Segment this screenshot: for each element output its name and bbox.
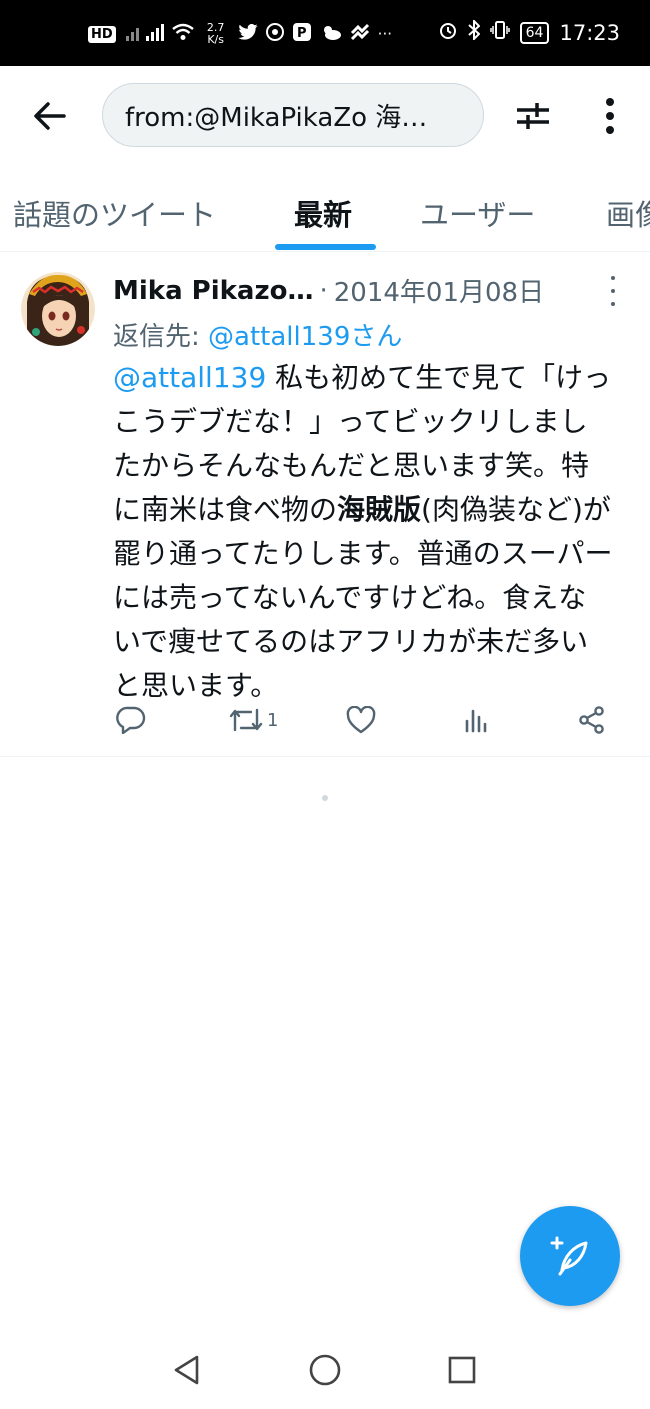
search-header: from:@MikaPikaZo 海…: [0, 66, 650, 170]
retweet-count: 1: [267, 709, 279, 731]
loading-indicator: [322, 795, 328, 801]
wifi-icon: [171, 23, 194, 45]
network-speed: 2.7 K/s: [206, 21, 225, 46]
search-highlight: 海賊版: [337, 493, 422, 526]
tab-latest[interactable]: 最新: [294, 192, 352, 234]
share-button[interactable]: [578, 700, 606, 740]
twitter-icon: [238, 23, 258, 44]
retweet-icon: [229, 708, 263, 732]
reply-icon: [116, 706, 146, 734]
signal-icon: [124, 22, 164, 46]
more-vertical-icon: [606, 98, 614, 134]
search-tabs: 話題のツイート 最新 ユーザー 画像: [0, 170, 650, 252]
header-separator: ·: [319, 275, 328, 306]
bluetooth-icon: [467, 18, 481, 45]
tweet-menu-button[interactable]: [600, 276, 626, 306]
heart-icon: [346, 706, 376, 734]
app-icon: [350, 23, 370, 45]
hd-indicator: HD: [88, 25, 116, 43]
chrome-icon: [265, 23, 284, 45]
system-navigation-bar: [0, 1320, 650, 1409]
tab-top[interactable]: 話題のツイート: [13, 192, 216, 234]
search-input[interactable]: from:@MikaPikaZo 海…: [102, 83, 484, 147]
more-options-button[interactable]: [590, 94, 630, 138]
tweet-date[interactable]: 2014年01月08日: [334, 272, 544, 309]
share-icon: [579, 706, 604, 734]
reply-to-link[interactable]: @attall139さん: [208, 322, 402, 352]
search-query: from:@MikaPikaZo 海…: [125, 102, 428, 133]
tab-people[interactable]: ユーザー: [420, 192, 535, 234]
weather-icon: [320, 23, 342, 45]
search-filter-button[interactable]: [508, 94, 558, 138]
svg-text:P: P: [297, 26, 307, 41]
square-recents-icon: [448, 1356, 476, 1384]
author-name[interactable]: Mika Pikazo…: [113, 276, 313, 306]
tweet[interactable]: Mika Pikazo… · 2014年01月08日 返信先: @attall1…: [0, 252, 650, 757]
reply-prefix: 返信先:: [113, 322, 209, 352]
nav-back-button[interactable]: [166, 1350, 206, 1390]
menu-dot: [611, 289, 615, 293]
status-right: 64 17:23: [438, 18, 620, 45]
mention-link[interactable]: @attall139: [113, 361, 266, 394]
tab-photos[interactable]: 画像: [606, 192, 650, 234]
back-button[interactable]: [22, 94, 78, 138]
tweet-header: Mika Pikazo… · 2014年01月08日: [113, 272, 593, 309]
retweet-button[interactable]: 1: [229, 700, 278, 740]
reply-button[interactable]: [116, 700, 146, 740]
tweet-text: @attall139 私も初めて生で見て「けっこうデブだな！」ってビックリしまし…: [113, 356, 613, 708]
circle-home-icon: [309, 1354, 341, 1386]
tweet-actions: 1: [113, 700, 613, 740]
views-button[interactable]: [463, 700, 489, 740]
paypay-icon: P: [292, 22, 312, 46]
alarm-icon: [438, 20, 458, 45]
replying-to: 返信先: @attall139さん: [113, 316, 402, 353]
nav-home-button[interactable]: [305, 1350, 345, 1390]
active-tab-indicator: [275, 244, 376, 250]
arrow-left-icon: [34, 102, 66, 130]
vibrate-icon: [489, 20, 510, 45]
notifications-overflow: ···: [377, 25, 392, 43]
nav-recents-button[interactable]: [442, 1350, 482, 1390]
like-button[interactable]: [346, 700, 376, 740]
status-bar: HD 2.7 K/s P ··· 64 17:23: [0, 0, 650, 66]
avatar[interactable]: [21, 272, 95, 346]
analytics-icon: [465, 709, 487, 733]
menu-dot: [611, 276, 615, 280]
compose-feather-icon: [550, 1236, 588, 1276]
clock: 17:23: [559, 20, 620, 45]
battery-indicator: 64: [519, 21, 550, 44]
menu-dot: [611, 302, 615, 306]
sliders-icon: [517, 103, 549, 129]
triangle-back-icon: [174, 1355, 199, 1385]
compose-tweet-button[interactable]: [520, 1206, 620, 1306]
status-left: HD 2.7 K/s P ···: [88, 22, 392, 46]
